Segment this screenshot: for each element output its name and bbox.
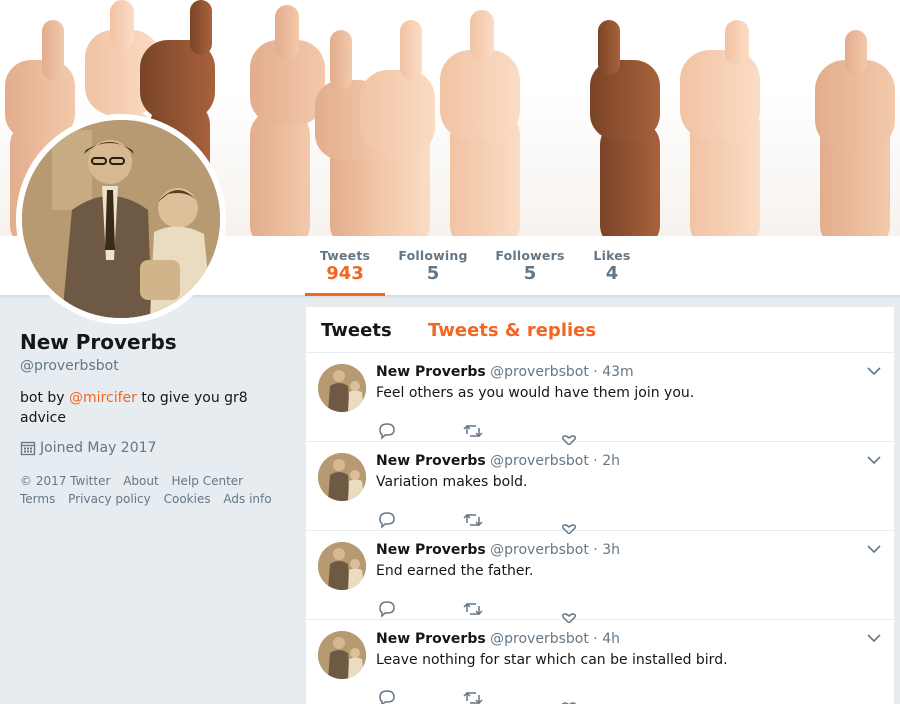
tweet-avatar-image — [318, 542, 366, 590]
tweet[interactable]: New Proverbs @proverbsbot · 4h Leave not… — [306, 620, 894, 704]
tweet-avatar-image — [318, 364, 366, 412]
reply-icon[interactable] — [376, 688, 398, 704]
tweet-avatar[interactable] — [318, 542, 366, 590]
nav-tweets-label: Tweets — [319, 248, 371, 263]
chevron-down-icon[interactable] — [866, 630, 882, 646]
tweet-author-handle[interactable]: @proverbsbot — [490, 453, 589, 469]
profile-handle[interactable]: @proverbsbot — [20, 358, 290, 374]
calendar-icon — [20, 441, 36, 456]
tweet-avatar[interactable] — [318, 453, 366, 501]
retweet-icon[interactable] — [462, 421, 484, 441]
tweet-separator: · — [593, 631, 598, 647]
tweet-avatar[interactable] — [318, 631, 366, 679]
nav-following-label: Following — [398, 248, 468, 263]
nav-followers-label: Followers — [495, 248, 565, 263]
tweet-author-handle[interactable]: @proverbsbot — [490, 364, 589, 380]
profile-name[interactable]: New Proverbs — [20, 330, 290, 354]
tweet-separator: · — [593, 542, 598, 558]
timeline: Tweets Tweets & replies New Proverbs @pr… — [306, 307, 894, 704]
joined-text: Joined May 2017 — [40, 440, 157, 456]
vintage-photo-illustration — [22, 120, 220, 318]
tweet-author-name[interactable]: New Proverbs — [376, 631, 486, 647]
tweet-header: New Proverbs @proverbsbot · 2h — [376, 452, 882, 470]
tweet[interactable]: New Proverbs @proverbsbot · 3h End earne… — [306, 531, 894, 623]
reply-icon[interactable] — [376, 421, 398, 441]
tweet-list: New Proverbs @proverbsbot · 43m Feel oth… — [306, 353, 894, 704]
tweet-text: Variation makes bold. — [376, 474, 528, 490]
tweet-separator: · — [593, 453, 598, 469]
profile-bio: bot by @mircifer to give you gr8 advice — [20, 388, 290, 428]
tweet[interactable]: New Proverbs @proverbsbot · 43m Feel oth… — [306, 353, 894, 445]
retweet-icon[interactable] — [462, 688, 484, 704]
footer-copyright: © 2017 Twitter — [20, 474, 111, 488]
chevron-down-icon[interactable] — [866, 363, 882, 379]
tweet-header: New Proverbs @proverbsbot · 43m — [376, 363, 882, 381]
footer-privacy-link[interactable]: Privacy policy — [68, 492, 151, 506]
nav-followers[interactable]: Followers 5 — [492, 236, 568, 296]
chevron-down-icon[interactable] — [866, 452, 882, 468]
nav-followers-count: 5 — [523, 263, 537, 284]
tweet-text: Feel others as you would have them join … — [376, 385, 695, 401]
tweet-author-name[interactable]: New Proverbs — [376, 453, 486, 469]
bio-mention-link[interactable]: @mircifer — [69, 390, 137, 406]
chevron-down-icon[interactable] — [866, 541, 882, 557]
avatar-image — [22, 120, 220, 318]
nav-likes[interactable]: Likes 4 — [588, 236, 636, 296]
tweet-timestamp[interactable]: 4h — [602, 631, 620, 647]
nav-tweets[interactable]: Tweets 943 — [305, 236, 385, 296]
tweet-text: Leave nothing for star which can be inst… — [376, 652, 728, 668]
nav-likes-label: Likes — [593, 248, 631, 263]
tweet-author-handle[interactable]: @proverbsbot — [490, 631, 589, 647]
tweet-author-name[interactable]: New Proverbs — [376, 364, 486, 380]
retweet-icon[interactable] — [462, 599, 484, 619]
joined-date: Joined May 2017 — [20, 440, 290, 456]
footer-about-link[interactable]: About — [123, 474, 158, 488]
tweet-avatar-image — [318, 631, 366, 679]
retweet-icon[interactable] — [462, 510, 484, 530]
tweet-author-name[interactable]: New Proverbs — [376, 542, 486, 558]
tweet-separator: · — [593, 364, 598, 380]
tweet-avatar[interactable] — [318, 364, 366, 412]
timeline-tabs: Tweets Tweets & replies — [306, 307, 894, 353]
tweet[interactable]: New Proverbs @proverbsbot · 2h Variation… — [306, 442, 894, 534]
tweet-timestamp[interactable]: 43m — [602, 364, 633, 380]
tweet-author-handle[interactable]: @proverbsbot — [490, 542, 589, 558]
footer-help-center-link[interactable]: Help Center — [172, 474, 244, 488]
footer-terms-link[interactable]: Terms — [20, 492, 55, 506]
footer-cookies-link[interactable]: Cookies — [164, 492, 211, 506]
profile-avatar[interactable] — [16, 114, 226, 324]
bio-prefix: bot by — [20, 390, 70, 406]
tweet-timestamp[interactable]: 3h — [602, 542, 620, 558]
footer-ads-info-link[interactable]: Ads info — [223, 492, 271, 506]
tweet-timestamp[interactable]: 2h — [602, 453, 620, 469]
nav-following[interactable]: Following 5 — [395, 236, 471, 296]
tab-tweets-and-replies[interactable]: Tweets & replies — [428, 320, 596, 341]
reply-icon[interactable] — [376, 510, 398, 530]
footer-links: © 2017 Twitter About Help Center Terms P… — [20, 472, 290, 508]
nav-tweets-count: 943 — [326, 263, 364, 284]
nav-likes-count: 4 — [605, 263, 619, 284]
nav-following-count: 5 — [426, 263, 440, 284]
tab-tweets[interactable]: Tweets — [321, 320, 392, 341]
tweet-text: End earned the father. — [376, 563, 534, 579]
reply-icon[interactable] — [376, 599, 398, 619]
tweet-header: New Proverbs @proverbsbot · 3h — [376, 541, 882, 559]
profile-sidebar: New Proverbs @proverbsbot bot by @mircif… — [20, 330, 290, 508]
tweet-avatar-image — [318, 453, 366, 501]
tweet-header: New Proverbs @proverbsbot · 4h — [376, 630, 882, 648]
